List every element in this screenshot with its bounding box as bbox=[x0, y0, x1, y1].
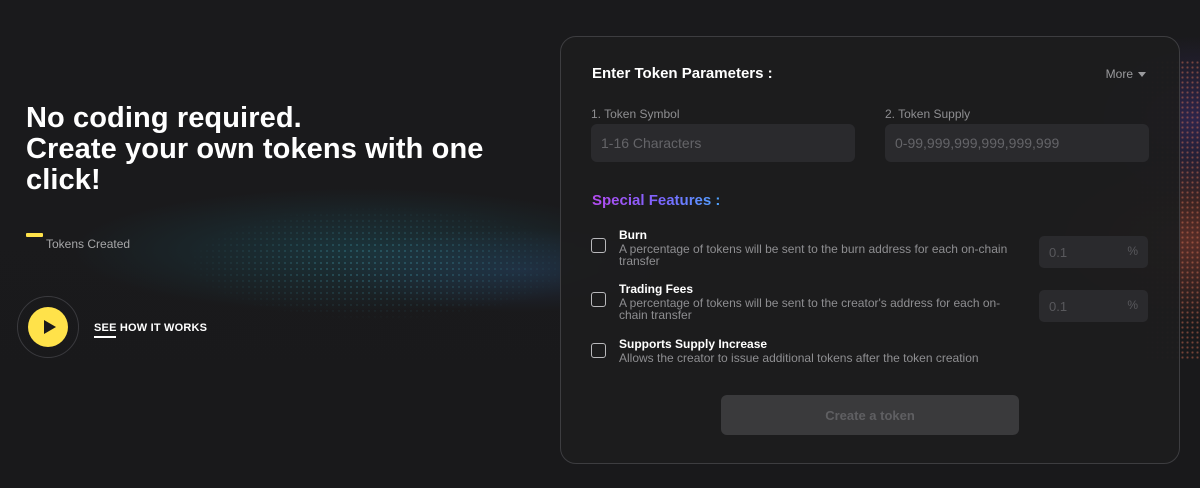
supply-increase-checkbox[interactable] bbox=[591, 343, 606, 358]
burn-percent-sign: % bbox=[1127, 244, 1138, 258]
hero-title: No coding required. Create your own toke… bbox=[26, 103, 546, 196]
burn-label: Burn bbox=[619, 228, 647, 242]
trading-fees-description: A percentage of tokens will be sent to t… bbox=[619, 296, 1001, 322]
create-token-button[interactable]: Create a token bbox=[721, 395, 1019, 435]
link-underline bbox=[94, 336, 116, 338]
tokens-created-label: Tokens Created bbox=[46, 237, 131, 251]
feature-supply-increase: Supports Supply Increase Allows the crea… bbox=[591, 337, 1151, 367]
token-form-panel: Enter Token Parameters : More 1. Token S… bbox=[560, 36, 1180, 464]
burn-percent-field: % bbox=[1039, 236, 1148, 268]
hero-title-line-1: No coding required. bbox=[26, 102, 302, 134]
feature-trading-fees: Trading Fees A percentage of tokens will… bbox=[591, 282, 1151, 322]
trading-fees-label: Trading Fees bbox=[619, 282, 694, 296]
feature-burn: Burn A percentage of tokens will be sent… bbox=[591, 228, 1151, 268]
play-icon bbox=[43, 320, 56, 334]
play-button-ring bbox=[17, 296, 79, 358]
see-how-it-works-button[interactable]: SEE HOW IT WORKS bbox=[17, 296, 207, 358]
hero-title-line-3: click! bbox=[26, 164, 101, 196]
trading-fees-percent-sign: % bbox=[1127, 298, 1138, 312]
caret-down-icon bbox=[1138, 72, 1146, 77]
token-supply-input[interactable] bbox=[885, 124, 1149, 162]
trading-fees-percent-field: % bbox=[1039, 290, 1148, 322]
supply-increase-label: Supports Supply Increase bbox=[619, 337, 768, 351]
burn-description: A percentage of tokens will be sent to t… bbox=[619, 242, 1008, 268]
burn-percent-input[interactable] bbox=[1049, 236, 1119, 268]
token-symbol-label: 1. Token Symbol bbox=[591, 107, 680, 121]
more-label: More bbox=[1105, 67, 1133, 81]
play-button[interactable] bbox=[28, 307, 68, 347]
see-how-it-works-link[interactable]: SEE HOW IT WORKS bbox=[94, 318, 208, 338]
stat-accent-bar bbox=[26, 233, 43, 237]
hero-title-line-2: Create your own tokens with one bbox=[26, 133, 484, 165]
burn-checkbox[interactable] bbox=[591, 238, 606, 253]
trading-fees-checkbox[interactable] bbox=[591, 292, 606, 307]
more-dropdown[interactable]: More bbox=[1106, 67, 1146, 81]
form-title: Enter Token Parameters : bbox=[592, 65, 773, 82]
token-symbol-input[interactable] bbox=[591, 124, 855, 162]
trading-fees-percent-input[interactable] bbox=[1049, 290, 1119, 322]
special-features-title: Special Features : bbox=[592, 192, 721, 209]
see-how-it-works-label: SEE HOW IT WORKS bbox=[94, 322, 208, 334]
hero-section: No coding required. Create your own toke… bbox=[26, 103, 546, 196]
supply-increase-description: Allows the creator to issue additional t… bbox=[619, 351, 979, 365]
token-supply-label: 2. Token Supply bbox=[885, 107, 971, 121]
